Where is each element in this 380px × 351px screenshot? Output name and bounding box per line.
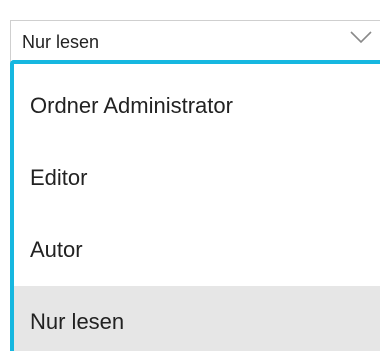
menu-item-ordner-administrator[interactable]: Ordner Administrator [14,70,380,142]
menu-item-editor[interactable]: Editor [14,142,380,214]
menu-item-autor[interactable]: Autor [14,214,380,286]
permission-menu: Ordner Administrator Editor Autor Nur le… [10,60,380,351]
menu-item-label: Autor [30,237,83,262]
menu-item-label: Nur lesen [30,309,125,334]
menu-item-label: Ordner Administrator [30,93,233,118]
permission-dropdown: Nur lesen Ordner Administrator Editor Au… [0,0,380,351]
menu-item-label: Editor [30,165,88,190]
chevron-down-icon[interactable] [349,30,373,44]
menu-item-nur-lesen[interactable]: Nur lesen [14,286,380,351]
permission-select-value: Nur lesen [22,32,100,52]
